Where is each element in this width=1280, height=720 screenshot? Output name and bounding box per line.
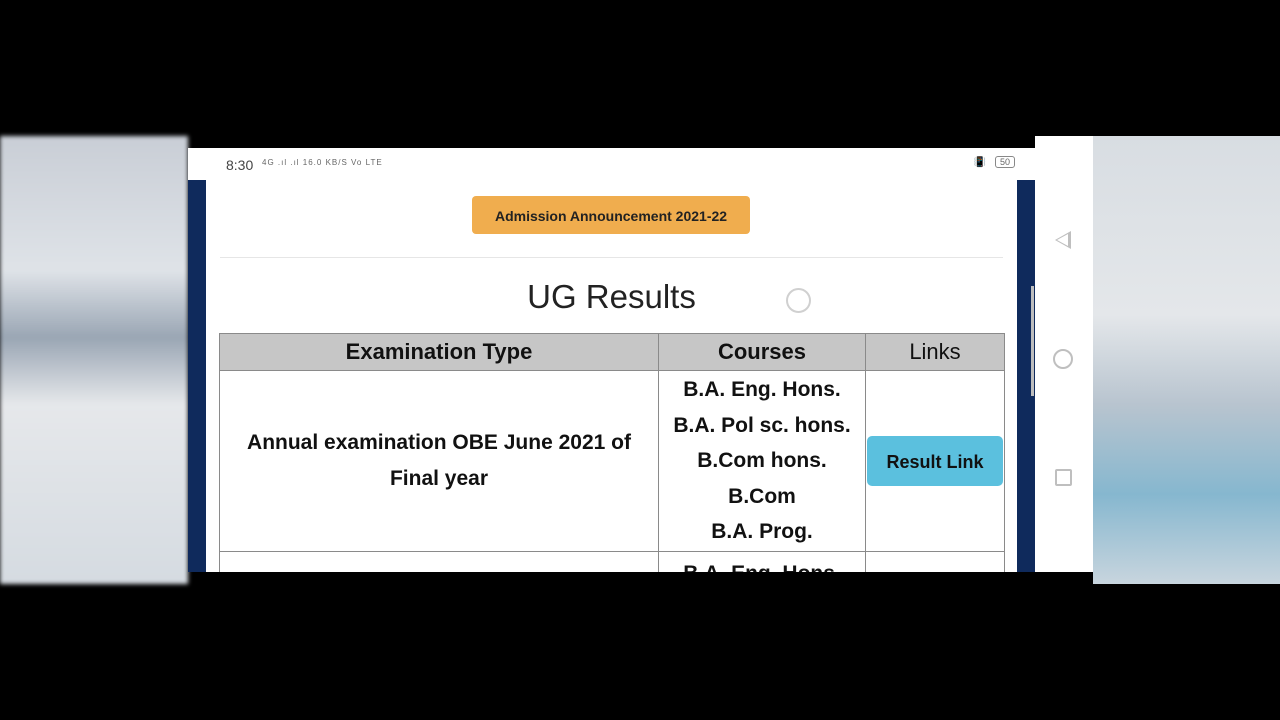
loading-circle-icon [786,288,811,313]
page-title: UG Results [527,278,696,315]
header-examination-type: Examination Type [219,333,659,371]
course-item: B.A. Eng. Hons. [660,556,864,573]
header-links: Links [865,333,1005,371]
background-blur-right [1093,136,1280,584]
header-courses: Courses [658,333,866,371]
course-item: B.A. Prog. [711,520,813,543]
background-blur-left [0,136,188,584]
exam-type-cell: Annual examination OBE June 2021 of Fina… [219,370,659,552]
status-bar: 8:30 4G .ıl .ıl 16.0 KB/S Vo LTE 📳 50 [188,148,1035,180]
exam-type-cell [219,550,659,572]
admission-announcement-button[interactable]: Admission Announcement 2021-22 [472,196,750,234]
page-border-left [188,180,206,572]
courses-cell: B.A. Eng. Hons. [658,550,866,573]
battery-icon: 50 [994,156,1015,168]
divider [220,257,1003,258]
table-row: B.A. Eng. Hons. [219,550,1005,573]
course-item: B.Com hons. [697,449,827,472]
links-cell: Result Link [865,370,1005,552]
table-header-row: Examination Type Courses Links [219,333,1005,371]
courses-cell: B.A. Eng. Hons. B.A. Pol sc. hons. B.Com… [658,370,866,552]
status-time: 8:30 [226,157,254,173]
vibrate-icon: 📳 [973,157,987,168]
table-row: Annual examination OBE June 2021 of Fina… [219,370,1005,552]
course-item: B.A. Eng. Hons. [683,378,841,401]
back-icon[interactable] [1055,231,1071,249]
links-cell [865,550,1005,572]
recent-apps-icon[interactable] [1055,469,1072,486]
phone-screen: 8:30 4G .ıl .ıl 16.0 KB/S Vo LTE 📳 50 Ad… [188,148,1035,572]
course-item: B.Com [728,484,796,508]
signal-icon: 4G .ıl .ıl 16.0 KB/S Vo LTE [262,158,383,167]
status-right: 📳 50 [974,156,1015,168]
result-link-button[interactable]: Result Link [867,435,1003,486]
home-icon[interactable] [1053,349,1073,369]
course-item: B.A. Pol sc. hons. [673,413,851,437]
results-table: Examination Type Courses Links Annual ex… [219,333,1005,572]
frame-strip [1035,136,1093,148]
